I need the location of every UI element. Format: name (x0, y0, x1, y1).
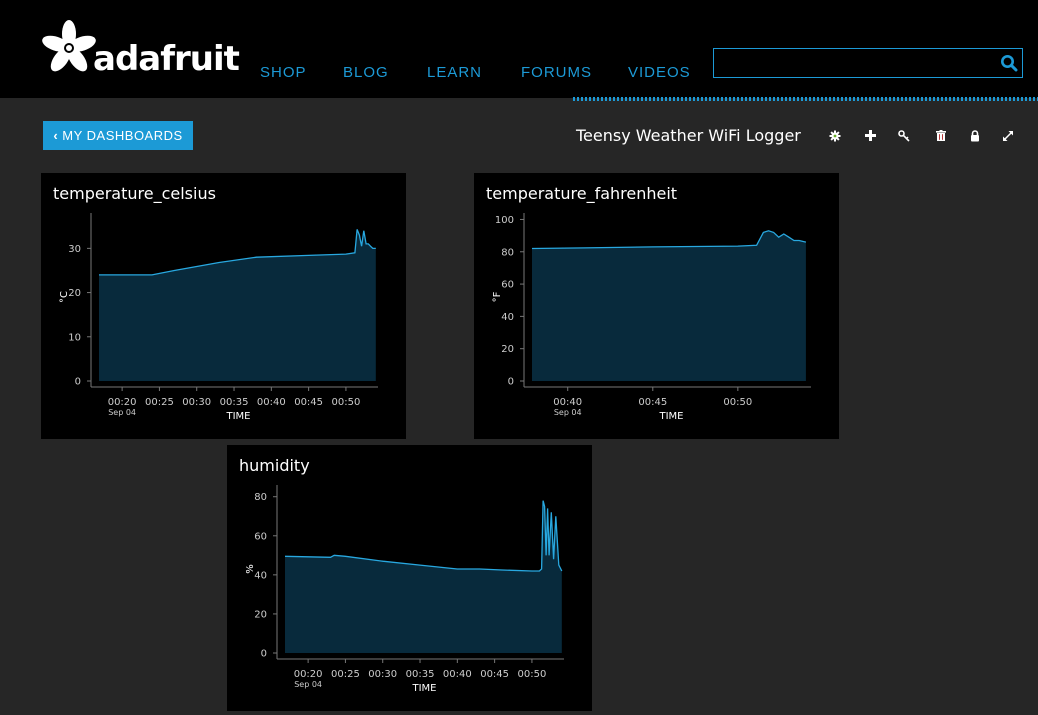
x-tick-label: 00:40 (443, 669, 472, 680)
x-tick-label: 00:20 (294, 669, 323, 680)
y-tick-label: 20 (68, 288, 81, 299)
x-tick-label: 00:45 (638, 397, 667, 408)
plus-icon (864, 130, 876, 141)
search-icon[interactable] (1000, 54, 1018, 72)
chevron-left-icon: ‹ (53, 128, 59, 143)
delete-button[interactable] (926, 121, 956, 150)
nav-shop[interactable]: SHOP (260, 64, 307, 81)
y-tick-label: 0 (508, 377, 514, 388)
date-label: Sep 04 (294, 680, 322, 689)
y-tick-label: 20 (254, 609, 267, 620)
settings-button[interactable] (820, 121, 850, 150)
nav-learn[interactable]: LEARN (427, 64, 482, 81)
x-tick-label: 00:35 (406, 669, 435, 680)
top-navigation-bar: adafruit SHOP BLOG LEARN FORUMS VIDEOS (0, 0, 1038, 98)
x-tick-label: 00:40 (553, 397, 582, 408)
nav-forums[interactable]: FORUMS (521, 64, 592, 81)
chart-panel-temperature-celsius[interactable]: temperature_celsius 0 10 20 30 00:20 00:25 00:… (41, 173, 406, 439)
series-area (285, 500, 562, 653)
nav-blog[interactable]: BLOG (343, 64, 389, 81)
x-tick-label: 00:25 (145, 397, 174, 408)
y-axis-label: °F (492, 291, 503, 302)
x-tick-label: 00:20 (108, 397, 137, 408)
my-dashboards-label: MY DASHBOARDS (62, 128, 183, 143)
x-tick-label: 00:30 (368, 669, 397, 680)
x-tick-label: 00:45 (480, 669, 509, 680)
header-divider (573, 97, 1038, 101)
x-tick-label: 00:45 (294, 397, 323, 408)
y-tick-label: 100 (495, 215, 514, 226)
key-icon (898, 129, 910, 142)
y-tick-label: 40 (254, 570, 267, 581)
gear-icon (829, 130, 841, 141)
adafruit-logo[interactable]: adafruit (42, 17, 240, 79)
y-tick-label: 60 (501, 280, 514, 291)
chart-panel-temperature-fahrenheit[interactable]: temperature_fahrenheit 0 20 40 60 80 100 00:40… (474, 173, 839, 439)
fullscreen-button[interactable] (993, 121, 1023, 150)
x-axis-label: TIME (411, 683, 436, 694)
x-axis-label: TIME (225, 411, 250, 422)
lock-icon (971, 129, 979, 141)
lock-button[interactable] (960, 121, 990, 150)
x-tick-label: 00:50 (723, 397, 752, 408)
key-button[interactable] (889, 121, 919, 150)
gear-hole (833, 134, 837, 137)
temperature-fahrenheit-chart: 0 20 40 60 80 100 00:40 00:45 00:50 Sep 04 TIME °F (492, 213, 811, 422)
x-tick-label: 00:40 (257, 397, 286, 408)
brand-name: adafruit (93, 39, 240, 79)
series-area (532, 230, 806, 381)
y-tick-label: 40 (501, 312, 514, 323)
y-tick-label: 60 (254, 531, 267, 542)
x-tick-label: 00:50 (332, 397, 361, 408)
my-dashboards-button[interactable]: ‹ MY DASHBOARDS (43, 121, 193, 150)
y-tick-label: 10 (68, 332, 81, 343)
trash-icon (936, 130, 946, 141)
dashboard-title: Teensy Weather WiFi Logger (576, 126, 801, 145)
y-tick-label: 20 (501, 344, 514, 355)
y-axis-label: °C (59, 291, 70, 303)
add-block-button[interactable] (855, 121, 885, 150)
nav-videos[interactable]: VIDEOS (628, 64, 691, 81)
y-tick-label: 30 (68, 244, 81, 255)
x-tick-label: 00:25 (331, 669, 360, 680)
x-tick-label: 00:35 (220, 397, 249, 408)
y-axis-label: % (245, 564, 256, 574)
y-tick-label: 0 (261, 649, 267, 660)
x-tick-label: 00:50 (518, 669, 547, 680)
chart-panel-humidity[interactable]: humidity 0 20 40 60 80 00:20 00:25 00:30 00:35 00… (227, 445, 592, 711)
x-tick-label: 00:30 (182, 397, 211, 408)
x-axis-label: TIME (658, 411, 683, 422)
y-tick-label: 0 (75, 377, 81, 388)
expand-icon (1003, 130, 1013, 141)
date-label: Sep 04 (554, 408, 582, 417)
search-box (713, 48, 1023, 78)
temperature-celsius-chart: 0 10 20 30 00:20 00:25 00:30 00:35 00:40 00:45 00:… (59, 213, 378, 422)
humidity-chart: 0 20 40 60 80 00:20 00:25 00:30 00:35 00:40 00:45 0… (245, 485, 564, 694)
search-input[interactable] (718, 52, 992, 74)
y-tick-label: 80 (254, 492, 267, 503)
flower-icon (42, 20, 96, 72)
date-label: Sep 04 (108, 408, 136, 417)
series-area (99, 229, 376, 381)
y-tick-label: 80 (501, 247, 514, 258)
